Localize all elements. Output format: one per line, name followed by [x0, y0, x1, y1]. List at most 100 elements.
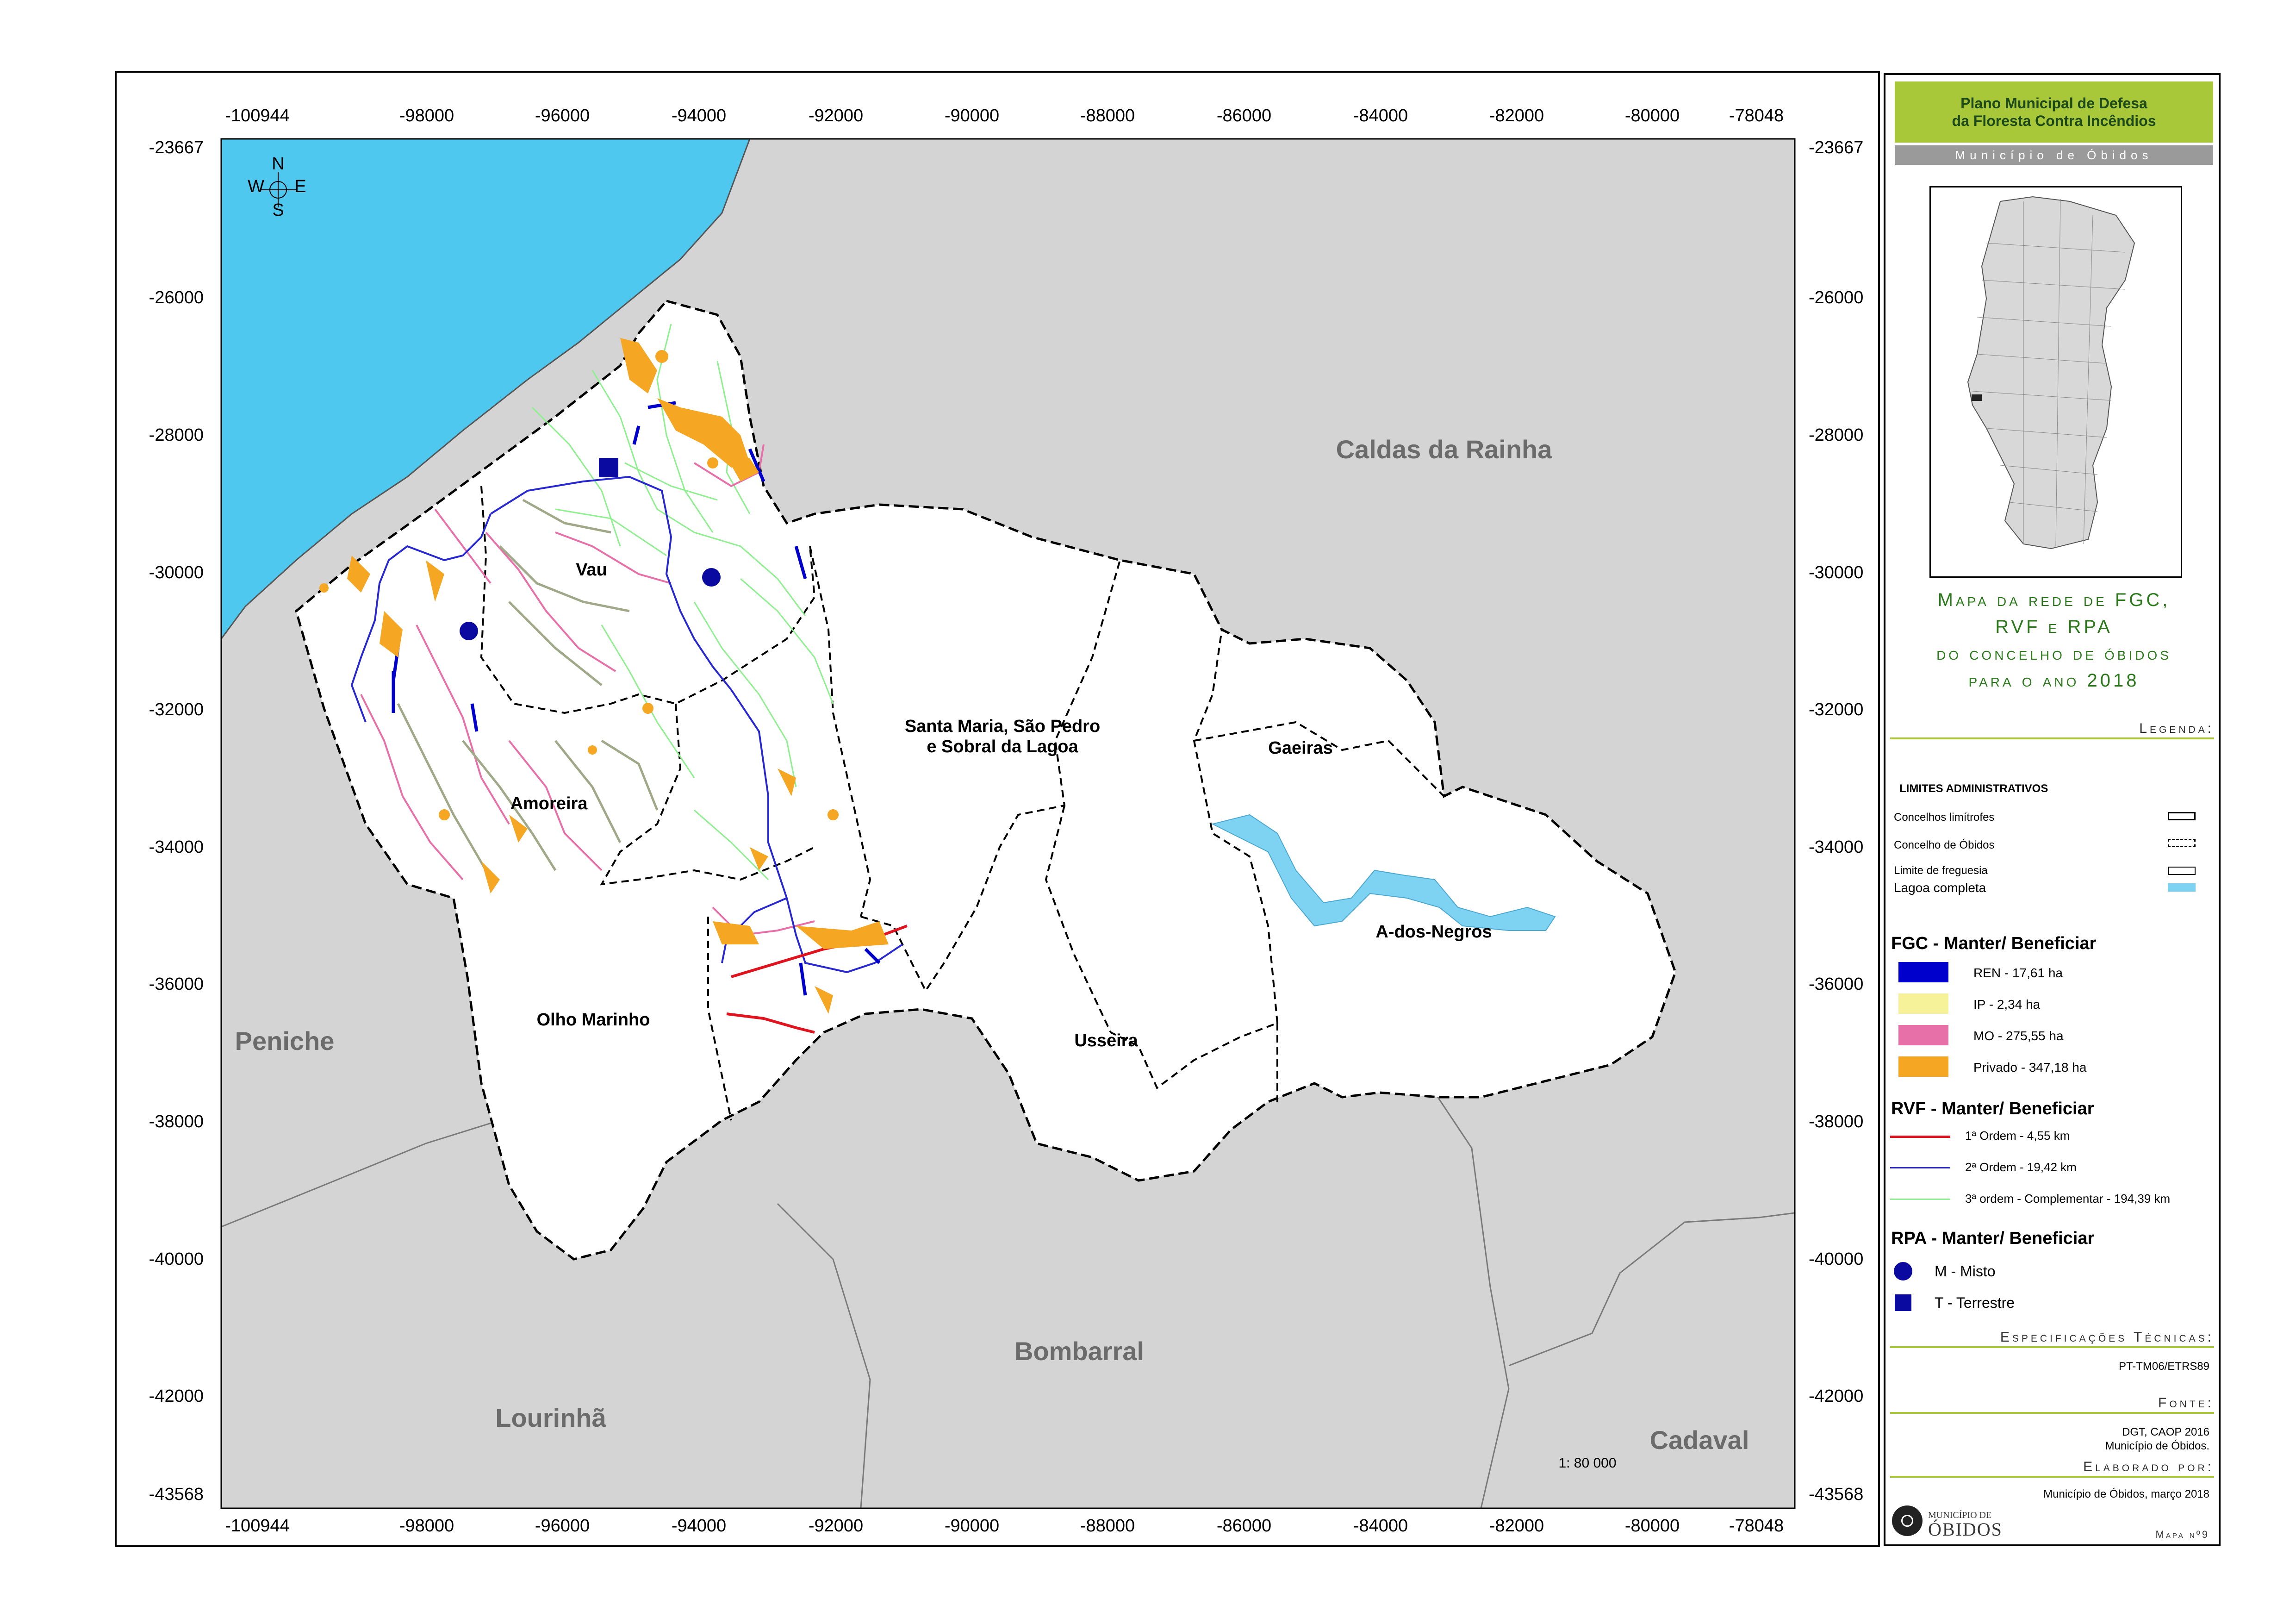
rvf-2nd-label: 2ª Ordem - 19,42 km — [1965, 1160, 2077, 1174]
map-title-line2: RVF e RPA — [1995, 617, 2113, 637]
fgc-mo-label: MO - 275,55 ha — [1973, 1029, 2064, 1043]
rvf-3rd-swatch — [1890, 1199, 1950, 1200]
y-left-tick-label: -40000 — [149, 1249, 204, 1269]
y-left-tick-label: -38000 — [149, 1112, 204, 1131]
rpa-terrestre-swatch — [1895, 1294, 1911, 1311]
x-top-tick-label: -96000 — [535, 106, 590, 125]
source-header: Fonte: — [1890, 1395, 2214, 1414]
x-bottom-tick-label: -94000 — [672, 1516, 726, 1536]
map-title: Mapa da rede de FGC, RVF e RPA do concel… — [1895, 587, 2213, 694]
source-line2: Município de Óbidos. — [2105, 1440, 2209, 1452]
y-left-tick-label: -43568 — [149, 1485, 204, 1504]
admin-swatch-lagoon — [2168, 883, 2196, 892]
rpa-misto-marker-1 — [460, 622, 478, 640]
x-top-tick-label: -100944 — [225, 106, 289, 125]
rpa-misto-swatch — [1894, 1262, 1912, 1280]
rvf-1st-label: 1ª Ordem - 4,55 km — [1965, 1129, 2070, 1143]
x-top-tick-label: -94000 — [672, 106, 726, 125]
admin-swatch-obidos — [2168, 839, 2196, 847]
label-usseira: Usseira — [1074, 1031, 1138, 1050]
label-bombarral: Bombarral — [1014, 1337, 1144, 1366]
y-left-tick-label: -23667 — [149, 138, 204, 157]
admin-swatch-parish — [2168, 867, 2196, 875]
x-top-tick-label: -92000 — [809, 106, 863, 125]
y-left-tick-label: -32000 — [149, 700, 204, 719]
fgc-title: FGC - Manter/ Beneficiar — [1891, 934, 2097, 953]
obidos-location-marker — [1972, 394, 1982, 401]
compass-w: W — [248, 177, 264, 196]
fgc-ip-swatch — [1898, 993, 1948, 1014]
x-top-tick-label: -86000 — [1217, 106, 1271, 125]
admin-item-parish: Limite de freguesia — [1894, 864, 1988, 877]
admin-item-neighbours: Concelhos limítrofes — [1894, 811, 1995, 824]
spec-value: PT-TM06/ETRS89 — [2118, 1360, 2209, 1373]
map-number: Mapa nº9 — [2155, 1529, 2209, 1540]
y-right-tick-label: -40000 — [1809, 1249, 1863, 1269]
y-right-tick-label: -34000 — [1809, 837, 1863, 857]
x-top-tick-label: -90000 — [945, 106, 999, 125]
legend-panel: Plano Municipal de Defesa da Floresta Co… — [1884, 73, 2221, 1546]
map-title-line1: Mapa da rede de FGC, — [1937, 590, 2171, 610]
rpa-misto-marker-2 — [702, 568, 721, 587]
admin-item-lagoon: Lagoa completa — [1894, 881, 1986, 895]
x-bottom-tick-label: -98000 — [399, 1516, 454, 1536]
x-top-tick-label: -82000 — [1489, 106, 1544, 125]
y-left-tick-label: -28000 — [149, 425, 204, 445]
x-bottom-tick-label: -88000 — [1080, 1516, 1135, 1536]
admin-swatch-neighbours — [2168, 812, 2196, 820]
label-a-dos-negros: A-dos-Negros — [1375, 922, 1492, 942]
label-cadaval: Cadaval — [1650, 1425, 1749, 1455]
admin-item-obidos: Concelho de Óbidos — [1894, 839, 1995, 851]
map-title-line4: para o ano 2018 — [1968, 670, 2140, 691]
compass-n: N — [272, 154, 284, 174]
plan-header: Plano Municipal de Defesa da Floresta Co… — [1895, 81, 2213, 143]
y-right-tick-label: -26000 — [1809, 288, 1863, 307]
y-right-tick-label: -28000 — [1809, 425, 1863, 445]
legend-header: Legenda: — [1890, 721, 2214, 739]
y-right-tick-label: -38000 — [1809, 1112, 1863, 1131]
source-line1: DGT, CAOP 2016 — [2122, 1426, 2209, 1438]
portugal-outline — [1967, 196, 2135, 550]
rvf-1st-swatch — [1890, 1136, 1950, 1138]
x-bottom-tick-label: -86000 — [1217, 1516, 1271, 1536]
label-santa-maria-line1: Santa Maria, São Pedro — [905, 717, 1100, 736]
x-bottom-tick-label: -84000 — [1353, 1516, 1408, 1536]
rvf-3rd-label: 3ª ordem - Complementar - 194,39 km — [1965, 1192, 2171, 1206]
y-right-tick-label: -23667 — [1809, 138, 1863, 157]
y-right-tick-label: -36000 — [1809, 974, 1863, 994]
label-caldas-da-rainha: Caldas da Rainha — [1336, 435, 1553, 464]
x-bottom-tick-label: -90000 — [945, 1516, 999, 1536]
y-left-tick-label: -26000 — [149, 288, 204, 307]
fgc-privado-swatch — [1898, 1056, 1948, 1077]
spec-header: Especificações Técnicas: — [1890, 1330, 2214, 1348]
fgc-ip-label: IP - 2,34 ha — [1973, 997, 2041, 1012]
x-bottom-tick-label: -96000 — [535, 1516, 590, 1536]
fgc-ren-label: REN - 17,61 ha — [1973, 966, 2063, 980]
rvf-title: RVF - Manter/ Beneficiar — [1891, 1099, 2094, 1118]
rpa-terrestre-label: T - Terrestre — [1935, 1294, 2015, 1311]
compass-e: E — [294, 177, 306, 196]
plan-title-line1: Plano Municipal de Defesa — [1960, 95, 2147, 112]
y-left-tick-label: -42000 — [149, 1387, 204, 1406]
y-right-tick-label: -42000 — [1809, 1387, 1863, 1406]
municipality-logo-icon — [1892, 1505, 1923, 1536]
fgc-ren-swatch — [1898, 962, 1948, 982]
label-amoreira: Amoreira — [510, 794, 588, 813]
rpa-title: RPA - Manter/ Beneficiar — [1891, 1229, 2095, 1248]
plan-title-line2: da Floresta Contra Incêndios — [1952, 112, 2156, 129]
author-header: Elaborado por: — [1890, 1459, 2214, 1478]
municipality-banner: Município de Óbidos — [1895, 145, 2213, 165]
logo-text-line2: ÓBIDOS — [1928, 1519, 2003, 1540]
y-left-tick-label: -30000 — [149, 563, 204, 582]
map-title-line3: do concelho de óbidos — [1936, 643, 2172, 664]
fgc-privado-label: Privado - 347,18 ha — [1973, 1060, 2087, 1074]
x-bottom-tick-label: -92000 — [809, 1516, 863, 1536]
rpa-misto-label: M - Misto — [1935, 1263, 1996, 1280]
y-right-tick-label: -30000 — [1809, 563, 1863, 582]
y-right-tick-label: -43568 — [1809, 1485, 1863, 1504]
y-left-tick-label: -36000 — [149, 974, 204, 994]
x-bottom-tick-label: -80000 — [1625, 1516, 1680, 1536]
x-top-tick-label: -88000 — [1080, 106, 1135, 125]
x-top-tick-label: -84000 — [1353, 106, 1408, 125]
label-olho-marinho: Olho Marinho — [537, 1010, 650, 1030]
